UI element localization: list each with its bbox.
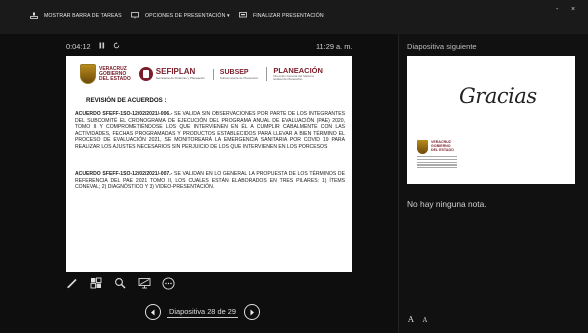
slide-logos: VERACRUZ GOBIERNO DEL ESTADO SEFIPLAN Se… xyxy=(80,64,323,84)
slide-counter[interactable]: Diapositiva 28 de 29 xyxy=(167,307,238,318)
font-decrease-button[interactable]: A xyxy=(423,315,427,324)
next-icon xyxy=(250,309,254,315)
agreement-1-text: SE VALIDA SIN OBSERVACIONES POR PARTE DE… xyxy=(75,111,345,150)
show-taskbar-label: MOSTRAR BARRA DE TAREAS xyxy=(44,12,122,19)
next-slide-title: Gracias xyxy=(459,84,537,108)
presenter-toolbar: MOSTRAR BARRA DE TAREAS OPCIONES DE PRES… xyxy=(0,0,588,34)
next-slide-fine-print xyxy=(417,156,457,170)
end-presentation-label: FINALIZAR PRESENTACIÓN xyxy=(253,12,324,19)
minimize-button[interactable]: - xyxy=(556,6,558,13)
veracruz-logo: VERACRUZ GOBIERNO DEL ESTADO xyxy=(80,64,131,84)
sefiplan-icon xyxy=(138,67,153,81)
presentation-icon xyxy=(239,12,247,19)
elapsed-timer: 0:04:12 xyxy=(66,42,91,51)
end-presentation-button[interactable]: FINALIZAR PRESENTACIÓN xyxy=(239,12,324,19)
close-button[interactable]: × xyxy=(571,6,575,13)
next-slide-label: Diapositiva siguiente xyxy=(407,42,477,51)
agreement-1-code: ACUERDO SFEFF-1SO-12/02/2021/-006.- xyxy=(75,111,173,117)
font-increase-button[interactable]: A xyxy=(408,315,414,324)
current-time: 11:29 a. m. xyxy=(316,42,353,51)
prev-slide-button[interactable] xyxy=(145,304,161,320)
sefiplan-subtitle: Secretaría de Finanzas y Planeación xyxy=(155,76,205,80)
prev-icon xyxy=(151,309,155,315)
monitor-icon xyxy=(131,12,139,19)
taskbar-icon xyxy=(30,12,38,19)
reset-icon[interactable] xyxy=(113,42,120,51)
timer-area: 0:04:12 xyxy=(66,42,120,51)
presentation-options-button[interactable]: OPCIONES DE PRESENTACIÓN ▾ xyxy=(131,12,230,19)
veracruz-logo-line3: DEL ESTADO xyxy=(99,75,131,82)
agreement-2-code: ACUERDO SFEFF-1SO-12/02/2021/-007.- xyxy=(75,171,173,177)
slide-tools xyxy=(65,276,175,290)
next-logo-line3: DEL ESTADO xyxy=(431,147,454,152)
slide-navigation: Diapositiva 28 de 29 xyxy=(145,304,260,320)
slide-heading: REVISIÓN DE ACUERDOS : xyxy=(86,97,167,104)
pause-icon[interactable] xyxy=(99,42,105,51)
more-icon[interactable] xyxy=(161,276,175,290)
show-taskbar-button[interactable]: MOSTRAR BARRA DE TAREAS xyxy=(30,12,122,19)
planeacion-subtitle-2: Estatal de Planeación xyxy=(273,77,303,81)
planeacion-logo: PLANEACIÓN Dirección General del Sistema… xyxy=(266,66,323,82)
font-size-controls: A A xyxy=(408,315,427,324)
subsep-title: SUBSEP xyxy=(219,68,249,76)
presentation-options-label: OPCIONES DE PRESENTACIÓN ▾ xyxy=(145,12,230,19)
screen-icon[interactable] xyxy=(137,276,151,290)
next-slide-logo: VERACRUZ GOBIERNO DEL ESTADO xyxy=(417,140,454,154)
sefiplan-title: SEFIPLAN xyxy=(155,67,196,76)
next-slide-button[interactable] xyxy=(243,304,260,320)
pen-icon[interactable] xyxy=(65,276,79,290)
next-slide-preview[interactable]: Gracias VERACRUZ GOBIERNO DEL ESTADO xyxy=(407,56,575,184)
slides-grid-icon[interactable] xyxy=(89,276,103,290)
next-slide-shield-icon xyxy=(417,140,428,154)
subsep-subtitle: Subsecretaría de Planeación xyxy=(219,75,259,80)
agreement-2: ACUERDO SFEFF-1SO-12/02/2021/-007.- SE V… xyxy=(75,171,345,191)
current-slide: VERACRUZ GOBIERNO DEL ESTADO SEFIPLAN Se… xyxy=(66,56,352,272)
veracruz-shield-icon xyxy=(80,64,96,84)
subsep-logo: SUBSEP Subsecretaría de Planeación xyxy=(212,68,259,80)
agreement-1: ACUERDO SFEFF-1SO-12/02/2021/-006.- SE V… xyxy=(75,111,345,151)
zoom-icon[interactable] xyxy=(113,276,127,290)
speaker-notes: No hay ninguna nota. xyxy=(407,199,487,209)
sefiplan-logo: SEFIPLAN Secretaría de Finanzas y Planea… xyxy=(138,67,205,81)
